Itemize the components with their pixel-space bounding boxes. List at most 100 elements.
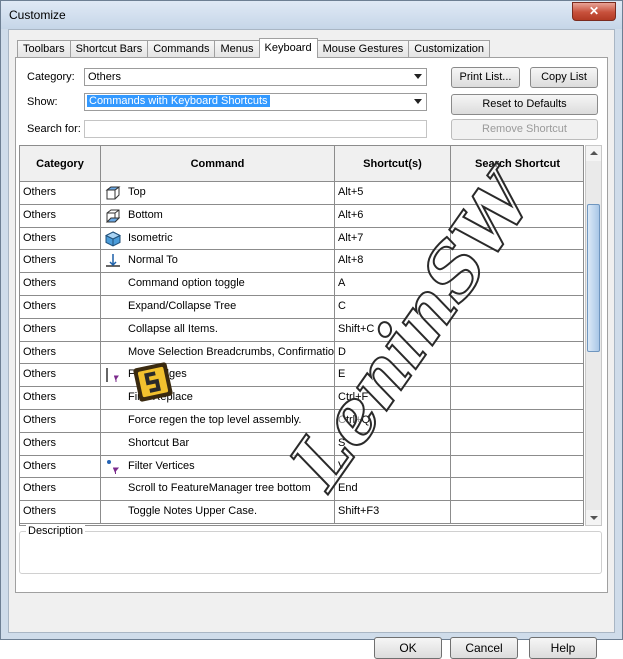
table-row[interactable]: Others Command option toggle A [20,273,583,296]
vertical-scrollbar[interactable] [585,145,602,526]
row-search-shortcut[interactable] [451,250,583,272]
chevron-up-icon [590,151,598,155]
row-category: Others [20,295,101,318]
row-shortcut[interactable]: V [335,455,451,478]
category-select[interactable]: Others [84,68,427,86]
row-search-shortcut[interactable] [451,456,583,478]
scroll-thumb[interactable] [587,204,600,352]
row-shortcut[interactable]: D [335,341,451,364]
row-command-label: Isometric [128,231,173,244]
window-title: Customize [9,8,66,22]
row-shortcut[interactable]: Shift+C [335,318,451,341]
table-row[interactable]: Others Top Alt+5 [20,182,583,205]
row-search-shortcut[interactable] [451,273,583,295]
row-category: Others [20,250,101,273]
row-shortcut[interactable]: Alt+6 [335,204,451,227]
row-command-label: Filter Vertices [128,459,195,472]
row-command-label: Expand/Collapse Tree [128,299,237,312]
row-command: Shortcut Bar [101,432,335,455]
row-search-shortcut[interactable] [451,228,583,250]
print-list-button[interactable]: Print List... [451,67,520,88]
header-command[interactable]: Command [101,146,335,182]
table-row[interactable]: Others Scroll to FeatureManager tree bott… [20,478,583,502]
tab-shortcut-bars[interactable]: Shortcut Bars [69,40,149,58]
table-row[interactable]: Others Force regen the top level assembly… [20,409,583,433]
row-search-shortcut[interactable] [451,296,583,318]
row-search-shortcut[interactable] [451,342,583,364]
row-shortcut[interactable]: C [335,295,451,318]
header-shortcut[interactable]: Shortcut(s) [335,146,451,182]
row-shortcut[interactable]: S [335,432,451,455]
header-category[interactable]: Category [20,146,101,182]
row-shortcut[interactable]: Ctrl+F [335,387,451,409]
top-view-icon [105,185,121,201]
row-search-shortcut[interactable] [451,364,583,386]
row-category: Others [20,318,101,341]
row-category: Others [20,182,101,204]
table-row[interactable]: Others Isometric Alt+7 [20,227,583,251]
row-shortcut[interactable]: Shift+F3 [335,501,451,523]
copy-list-button[interactable]: Copy List [530,67,598,88]
row-search-shortcut[interactable] [451,501,583,523]
dialog-client: Toolbars Shortcut Bars Commands Menus Ke… [8,29,615,659]
help-button[interactable]: Help [529,637,597,659]
table-row[interactable]: Others Collapse all Items. Shift+C [20,318,583,342]
title-bar[interactable]: Customize ✕ [1,1,622,29]
tab-strip: Toolbars Shortcut Bars Commands Menus Ke… [17,38,490,58]
row-search-shortcut[interactable] [451,205,583,227]
row-command-label: Top [128,186,146,198]
row-shortcut[interactable]: Alt+7 [335,227,451,250]
tab-commands[interactable]: Commands [147,40,216,58]
row-shortcut[interactable]: A [335,273,451,295]
table-row[interactable]: Others Shortcut Bar S [20,432,583,456]
tab-menus[interactable]: Menus [214,40,260,58]
table-row[interactable]: OthersFilter EdgesE [20,364,583,388]
row-search-shortcut[interactable] [451,433,583,455]
row-category: Others [20,341,101,364]
row-search-shortcut[interactable] [451,478,583,500]
reset-defaults-button[interactable]: Reset to Defaults [451,94,598,115]
show-label: Show: [27,96,58,108]
table-row[interactable]: Others Bottom Alt+6 [20,204,583,228]
filter-vertices-icon [105,459,121,475]
scroll-up-button[interactable] [586,146,601,161]
row-command-label: Toggle Notes Upper Case. [128,505,258,518]
close-button[interactable]: ✕ [572,2,616,21]
row-command: Top [101,182,335,204]
row-shortcut[interactable]: Alt+5 [335,182,451,204]
tab-keyboard[interactable]: Keyboard [258,38,318,58]
ok-button[interactable]: OK [374,637,442,659]
table-row[interactable]: Others Move Selection Breadcrumbs, Confir… [20,341,583,365]
tab-toolbars[interactable]: Toolbars [17,40,71,58]
show-select[interactable]: Commands with Keyboard Shortcuts [84,93,427,111]
header-search-shortcut[interactable]: Search Shortcut [451,146,583,182]
table-row[interactable]: Others Expand/Collapse Tree C [20,295,583,319]
row-command: Bottom [101,204,335,227]
search-label: Search for: [27,123,81,135]
row-category: Others [20,478,101,501]
tab-mouse-gestures[interactable]: Mouse Gestures [316,40,410,58]
row-search-shortcut[interactable] [451,410,583,432]
table-row[interactable]: OthersFind/ReplaceCtrl+F [20,387,583,410]
row-search-shortcut[interactable] [451,319,583,341]
table-row[interactable]: Others Filter Vertices V [20,455,583,479]
row-shortcut[interactable]: Ctrl+Q [335,409,451,432]
row-shortcut[interactable]: E [335,364,451,387]
cancel-button[interactable]: Cancel [450,637,518,659]
table-row[interactable]: Others Normal To Alt+8 [20,250,583,274]
search-input[interactable] [84,120,427,138]
row-shortcut[interactable]: Alt+8 [335,250,451,273]
row-search-shortcut[interactable] [451,387,583,409]
row-shortcut[interactable]: End [335,478,451,501]
chevron-down-icon [590,516,598,520]
description-group: Description [19,525,602,574]
row-category: Others [20,501,101,523]
table-row[interactable]: Others Toggle Notes Upper Case. Shift+F3 [20,501,583,524]
scroll-down-button[interactable] [586,510,601,525]
chevron-down-icon [414,99,422,104]
row-command: Isometric [101,227,335,250]
remove-shortcut-button[interactable]: Remove Shortcut [451,119,598,140]
row-search-shortcut[interactable] [451,182,583,204]
tab-customization[interactable]: Customization [408,40,490,58]
row-command: Normal To [101,250,335,273]
